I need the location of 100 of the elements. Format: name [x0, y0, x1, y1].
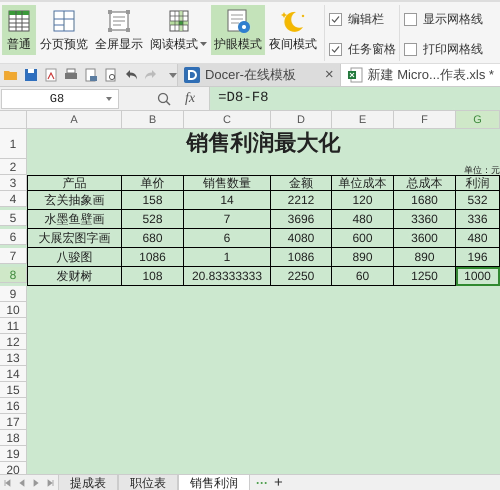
column-header[interactable]: D [271, 111, 332, 130]
table-cell[interactable]: 1680 [394, 191, 456, 210]
table-cell[interactable]: 60 [332, 267, 394, 286]
caret-icon [200, 42, 207, 46]
table-cell[interactable]: 196 [456, 248, 500, 268]
table-cell[interactable]: 336 [456, 210, 500, 230]
column-header[interactable]: F [394, 111, 456, 130]
close-button[interactable]: × [324, 64, 334, 86]
checkbox-label: 编辑栏 [348, 11, 384, 28]
table-cell[interactable]: 108 [122, 267, 184, 286]
sheet-tab[interactable]: 销售利润 [178, 475, 250, 490]
table-header-cell: 利润 [456, 175, 500, 192]
function-button[interactable]: fx [185, 88, 196, 110]
unit-label: 单位：元 [464, 166, 500, 176]
row-header[interactable]: 19 [0, 446, 27, 462]
table-cell[interactable]: 3600 [394, 229, 456, 248]
table-cell[interactable]: 480 [456, 229, 500, 248]
table-cell[interactable]: 八骏图 [27, 248, 122, 268]
column-header[interactable]: C [184, 111, 271, 130]
formula-field[interactable]: =D8-F8 [209, 87, 500, 110]
document-tab[interactable]: Docer-在线模板 × [177, 64, 340, 86]
row-header[interactable]: 12 [0, 334, 27, 350]
table-cell[interactable]: 532 [456, 191, 500, 210]
tab-title: 新建 Micro...作表.xls * [368, 66, 494, 84]
table-header-cell: 单价 [122, 175, 184, 192]
spreadsheet-file-icon [346, 67, 363, 84]
first-sheet-icon[interactable] [4, 478, 12, 487]
table-cell[interactable]: 玄关抽象画 [27, 191, 122, 210]
table-cell[interactable]: 1086 [271, 248, 332, 268]
next-sheet-icon[interactable] [32, 478, 40, 487]
print-preview-icon[interactable] [83, 67, 99, 84]
sheet-tab[interactable]: 提成表 [58, 475, 118, 490]
table-cell[interactable]: 大展宏图字画 [27, 229, 122, 248]
previous-sheet-icon[interactable] [18, 478, 26, 487]
row-header[interactable]: 10 [0, 302, 27, 318]
fullscreen-icon [105, 7, 133, 35]
checkbox[interactable] [329, 42, 342, 56]
column-header[interactable]: B [122, 111, 184, 130]
row-header[interactable]: 7 [0, 248, 27, 264]
table-cell[interactable]: 480 [332, 210, 394, 230]
row-header[interactable]: 14 [0, 366, 27, 382]
table-cell[interactable]: 14 [184, 191, 271, 210]
zoom-icon[interactable] [157, 92, 171, 106]
table-cell[interactable]: 120 [332, 191, 394, 210]
tab-title: Docer-在线模板 [205, 66, 298, 84]
table-cell[interactable]: 1250 [394, 267, 456, 286]
row-header[interactable]: 3 [0, 175, 27, 192]
table-cell[interactable]: 1086 [122, 248, 184, 268]
row-header[interactable]: 11 [0, 318, 27, 334]
checkbox[interactable] [329, 12, 342, 26]
view-mode-button[interactable]: 护眼模式 [211, 5, 265, 55]
row-header[interactable]: 17 [0, 414, 27, 430]
row-header[interactable]: 2 [0, 159, 27, 176]
row-header[interactable]: 5 [0, 210, 27, 226]
table-cell[interactable]: 6 [184, 229, 271, 248]
row-header[interactable]: 16 [0, 398, 27, 414]
add-sheet-button[interactable]: + [274, 475, 283, 490]
table-cell[interactable]: 158 [122, 191, 184, 210]
table-cell[interactable]: 890 [394, 248, 456, 268]
docer-logo-icon [184, 67, 200, 84]
table-cell[interactable]: 1000 [456, 267, 500, 286]
table-cell[interactable]: 2212 [271, 191, 332, 210]
row-header[interactable]: 9 [0, 286, 27, 302]
name-box[interactable]: G8 [1, 88, 119, 109]
column-header[interactable]: E [332, 111, 394, 130]
table-header-cell: 金额 [271, 175, 332, 192]
view-mode-button[interactable]: 阅读模式 [147, 5, 210, 55]
column-header[interactable]: A [27, 111, 122, 130]
table-cell[interactable]: 7 [184, 210, 271, 230]
table-cell[interactable]: 600 [332, 229, 394, 248]
row-header[interactable]: 6 [0, 229, 27, 246]
save-icon[interactable] [23, 67, 39, 84]
table-cell[interactable]: 4080 [271, 229, 332, 248]
table-cell[interactable]: 2250 [271, 267, 332, 286]
table-cell[interactable]: 528 [122, 210, 184, 230]
row-header[interactable]: 20 [0, 462, 27, 474]
pdf-export-icon[interactable] [43, 67, 59, 84]
row-header[interactable]: 1 [0, 129, 27, 160]
row-header[interactable]: 13 [0, 350, 27, 366]
table-cell[interactable]: 890 [332, 248, 394, 268]
table-cell[interactable]: 3360 [394, 210, 456, 230]
row-header[interactable]: 15 [0, 382, 27, 398]
table-cell[interactable]: 20.83333333 [184, 267, 271, 286]
view-mode-button[interactable]: 夜间模式 [266, 5, 320, 55]
checkbox[interactable] [404, 12, 417, 26]
table-cell[interactable]: 3696 [271, 210, 332, 230]
row-header[interactable]: 18 [0, 430, 27, 446]
view-mode-button[interactable]: 分页预览 [37, 5, 91, 55]
sheet-tab[interactable]: 职位表 [118, 475, 178, 490]
table-cell[interactable]: 1 [184, 248, 271, 268]
view-mode-button[interactable]: 全屏显示 [92, 5, 146, 55]
caret-icon[interactable] [169, 72, 177, 78]
last-sheet-icon[interactable] [46, 478, 54, 487]
view-mode-button[interactable]: 普通 [2, 5, 36, 55]
row-header[interactable]: 4 [0, 191, 27, 208]
document-tab[interactable]: 新建 Micro...作表.xls * [340, 64, 500, 86]
table-cell[interactable]: 680 [122, 229, 184, 248]
table-cell[interactable]: 发财树 [27, 267, 122, 286]
checkbox[interactable] [404, 42, 417, 56]
table-cell[interactable]: 水墨鱼壁画 [27, 210, 122, 230]
